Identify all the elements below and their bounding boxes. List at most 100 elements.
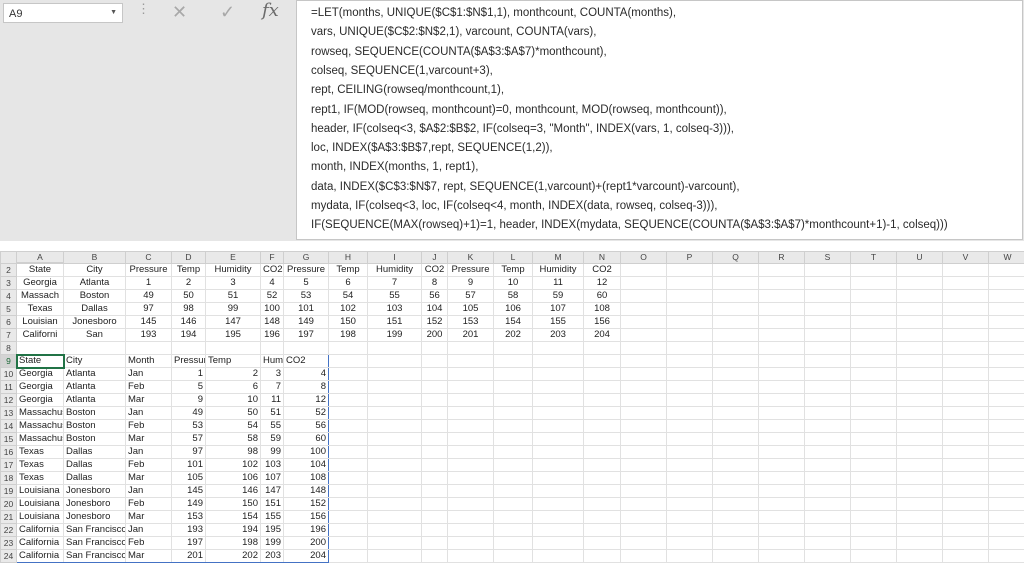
cell[interactable] (988, 302, 1024, 316)
cell[interactable]: Atlanta (63, 276, 126, 290)
cell[interactable] (896, 341, 943, 355)
cell[interactable] (620, 276, 667, 290)
cell[interactable] (421, 354, 448, 368)
row-header[interactable]: 24 (0, 549, 17, 563)
cell[interactable] (447, 536, 494, 550)
cell[interactable]: 148 (283, 484, 329, 498)
cell[interactable] (804, 536, 851, 550)
cell[interactable]: Mar (125, 549, 172, 563)
cell[interactable] (493, 393, 533, 407)
cell[interactable] (896, 497, 943, 511)
cell[interactable] (583, 432, 621, 446)
cell[interactable] (758, 497, 805, 511)
cell[interactable] (421, 458, 448, 472)
cell[interactable] (666, 380, 713, 394)
cell[interactable] (712, 432, 759, 446)
cell[interactable] (804, 419, 851, 433)
cell[interactable] (666, 458, 713, 472)
cell[interactable] (758, 302, 805, 316)
cell[interactable]: 106 (205, 471, 261, 485)
cell[interactable]: 151 (367, 315, 422, 329)
cell[interactable] (493, 445, 533, 459)
cell[interactable] (620, 497, 667, 511)
cell[interactable]: 101 (171, 458, 206, 472)
column-header-u[interactable]: U (896, 251, 943, 264)
cell[interactable] (758, 510, 805, 524)
cell[interactable] (367, 471, 422, 485)
cell[interactable] (896, 419, 943, 433)
cell[interactable]: 4 (283, 367, 329, 381)
cell[interactable]: State (16, 262, 64, 277)
cell[interactable] (896, 315, 943, 329)
cell[interactable]: 100 (260, 302, 284, 316)
cell[interactable]: 200 (283, 536, 329, 550)
cell[interactable] (532, 510, 584, 524)
cell[interactable]: 108 (283, 471, 329, 485)
cell[interactable]: 194 (205, 523, 261, 537)
cell[interactable] (712, 445, 759, 459)
row-header[interactable]: 15 (0, 432, 17, 446)
cell[interactable] (712, 406, 759, 420)
cell[interactable] (804, 302, 851, 316)
cell[interactable] (367, 484, 422, 498)
cell[interactable] (758, 536, 805, 550)
cell[interactable]: 147 (205, 315, 261, 329)
cell[interactable]: 201 (447, 328, 494, 342)
column-header-a[interactable]: A (16, 251, 64, 264)
cell[interactable] (850, 393, 897, 407)
cell[interactable] (583, 458, 621, 472)
cell[interactable] (666, 523, 713, 537)
cell[interactable] (942, 471, 989, 485)
cell[interactable]: 7 (367, 276, 422, 290)
cell[interactable]: San Francisco (63, 549, 126, 563)
column-header-r[interactable]: R (758, 251, 805, 264)
cell[interactable] (712, 315, 759, 329)
row-header[interactable]: 23 (0, 536, 17, 550)
drag-handle-icon[interactable]: ⋮ (137, 2, 150, 15)
cell[interactable]: 10 (493, 276, 533, 290)
cell[interactable] (620, 289, 667, 303)
cell[interactable]: 99 (260, 445, 284, 459)
cell[interactable]: 155 (260, 510, 284, 524)
cell[interactable]: 102 (205, 458, 261, 472)
cell[interactable] (620, 328, 667, 342)
cell[interactable]: Mar (125, 432, 172, 446)
cell[interactable]: 1 (125, 276, 172, 290)
cell[interactable] (758, 406, 805, 420)
cell[interactable]: Pressure (171, 354, 206, 368)
cell[interactable]: 101 (283, 302, 329, 316)
cell[interactable] (63, 341, 126, 355)
cell[interactable]: Humidity (205, 262, 261, 277)
cell[interactable] (328, 393, 368, 407)
chevron-down-icon[interactable]: ▼ (110, 9, 117, 16)
cell[interactable] (447, 458, 494, 472)
cell[interactable]: 6 (328, 276, 368, 290)
cell[interactable]: 200 (421, 328, 448, 342)
cell[interactable] (850, 354, 897, 368)
cell[interactable]: Georgia (16, 276, 64, 290)
cell[interactable] (758, 484, 805, 498)
cell[interactable] (328, 432, 368, 446)
cell[interactable]: Pressure (283, 262, 329, 277)
cell[interactable] (758, 419, 805, 433)
cell[interactable] (896, 393, 943, 407)
cell[interactable] (421, 406, 448, 420)
cell[interactable] (666, 367, 713, 381)
cell[interactable]: 55 (367, 289, 422, 303)
cell[interactable] (804, 289, 851, 303)
cell[interactable] (367, 549, 422, 563)
cell[interactable] (988, 315, 1024, 329)
cell[interactable]: 4 (260, 276, 284, 290)
cell[interactable]: 60 (283, 432, 329, 446)
cell[interactable] (620, 484, 667, 498)
cell[interactable] (942, 393, 989, 407)
cell[interactable] (712, 497, 759, 511)
cell[interactable]: CO2 (583, 262, 621, 277)
cell[interactable]: 6 (205, 380, 261, 394)
cell[interactable] (260, 341, 284, 355)
cell[interactable] (988, 536, 1024, 550)
cell[interactable] (988, 393, 1024, 407)
cell[interactable] (367, 458, 422, 472)
cell[interactable]: 194 (171, 328, 206, 342)
cell[interactable] (804, 484, 851, 498)
